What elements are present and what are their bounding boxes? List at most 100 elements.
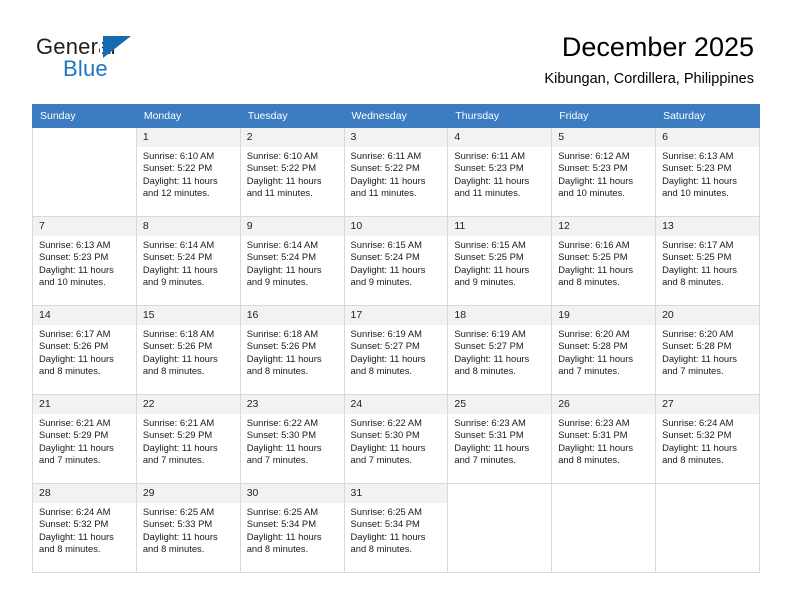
calendar-header-row: Sunday Monday Tuesday Wednesday Thursday Frid… [32,104,760,128]
daylight-text: Daylight: 11 hours and 7 minutes. [246,441,322,466]
calendar-week-row: 7 Sunrise: 6:13 AM Sunset: 5:23 PM Daylight… [32,216,760,306]
day-details: Sunrise: 6:14 AM Sunset: 5:24 PM Daylight:… [241,236,344,289]
calendar-day-cell[interactable]: 12 Sunrise: 6:16 AM Sunset: 5:25 PM Dayligh… [551,216,657,306]
calendar-day-cell[interactable]: 15 Sunrise: 6:18 AM Sunset: 5:26 PM Dayligh… [135,305,241,395]
calendar-day-cell[interactable]: 28 Sunrise: 6:24 AM Sunset: 5:32 PM Dayligh… [32,483,137,573]
calendar-day-cell[interactable]: 30 Sunrise: 6:25 AM Sunset: 5:34 PM Dayligh… [239,483,345,573]
calendar-day-cell[interactable]: 31 Sunrise: 6:25 AM Sunset: 5:34 PM Dayligh… [343,483,449,573]
day-number: 20 [656,306,759,325]
calendar-day-cell[interactable]: 7 Sunrise: 6:13 AM Sunset: 5:23 PM Daylight… [32,216,137,306]
day-number: 31 [344,484,448,503]
daylight-text: Daylight: 11 hours and 12 minutes. [142,174,218,199]
sunset-text: Sunset: 5:30 PM [350,429,420,441]
sunset-text: Sunset: 5:28 PM [558,340,628,352]
calendar-day-cell[interactable]: 16 Sunrise: 6:18 AM Sunset: 5:26 PM Dayligh… [239,305,345,395]
calendar-day-cell[interactable]: 29 Sunrise: 6:25 AM Sunset: 5:33 PM Dayligh… [135,483,241,573]
sunrise-text: Sunrise: 6:25 AM [246,506,319,517]
calendar-day-cell[interactable]: 11 Sunrise: 6:15 AM Sunset: 5:25 PM Dayligh… [447,216,553,306]
calendar-day-cell[interactable]: 2 Sunrise: 6:10 AM Sunset: 5:22 PM Daylight… [239,127,345,217]
calendar-day-cell[interactable]: 27 Sunrise: 6:24 AM Sunset: 5:32 PM Dayligh… [655,394,760,484]
sunrise-text: Sunrise: 6:23 AM [558,417,630,428]
weekday-headers: Sunday Monday Tuesday Wednesday Thursday Frid… [32,104,760,128]
title-block: December 2025 Kibungan, Cordillera, Phil… [544,30,754,88]
weekday-header-thursday: Thursday [447,104,553,128]
sunset-text: Sunset: 5:24 PM [350,251,420,263]
calendar-day-cell[interactable]: 22 Sunrise: 6:21 AM Sunset: 5:29 PM Dayligh… [135,394,241,484]
day-number: 30 [240,484,344,503]
sunset-text: Sunset: 5:33 PM [142,518,213,530]
calendar-day-cell[interactable]: 25 Sunrise: 6:23 AM Sunset: 5:31 PM Dayligh… [447,394,553,484]
calendar-day-cell[interactable]: 23 Sunrise: 6:22 AM Sunset: 5:30 PM Dayligh… [239,394,345,484]
daylight-text: Daylight: 11 hours and 9 minutes. [454,263,530,288]
day-details: Sunrise: 6:23 AM Sunset: 5:31 PM Daylight:… [448,414,551,467]
calendar-day-cell-empty [32,127,137,217]
calendar-page: General Blue December 2025 Kibungan, Cor… [0,0,792,612]
sunset-text: Sunset: 5:34 PM [350,518,420,530]
day-details: Sunrise: 6:24 AM Sunset: 5:32 PM Daylight:… [656,414,759,467]
calendar-day-cell[interactable]: 4 Sunrise: 6:11 AM Sunset: 5:23 PM Daylight… [447,127,553,217]
page-header: General Blue December 2025 Kibungan, Cor… [0,0,792,104]
sunrise-text: Sunrise: 6:13 AM [662,150,734,161]
calendar-day-cell[interactable]: 18 Sunrise: 6:19 AM Sunset: 5:27 PM Dayligh… [447,305,553,395]
calendar-day-cell[interactable]: 17 Sunrise: 6:19 AM Sunset: 5:27 PM Dayligh… [343,305,449,395]
sunset-text: Sunset: 5:24 PM [246,251,316,263]
day-details: Sunrise: 6:19 AM Sunset: 5:27 PM Daylight:… [345,325,448,378]
calendar-day-cell[interactable]: 3 Sunrise: 6:11 AM Sunset: 5:22 PM Daylight… [343,127,449,217]
calendar-day-cell[interactable]: 14 Sunrise: 6:17 AM Sunset: 5:26 PM Dayligh… [32,305,137,395]
calendar-day-cell[interactable]: 21 Sunrise: 6:21 AM Sunset: 5:29 PM Dayligh… [32,394,137,484]
daylight-text: Daylight: 11 hours and 8 minutes. [142,352,218,377]
generalblue-logo[interactable]: General Blue [36,34,226,88]
calendar-week-row: 21 Sunrise: 6:21 AM Sunset: 5:29 PM Dayligh… [32,394,760,484]
daylight-text: Daylight: 11 hours and 8 minutes. [558,441,634,466]
sunrise-text: Sunrise: 6:20 AM [662,328,734,339]
calendar-day-cell[interactable]: 24 Sunrise: 6:22 AM Sunset: 5:30 PM Dayligh… [343,394,449,484]
day-details: Sunrise: 6:24 AM Sunset: 5:32 PM Daylight:… [33,503,136,556]
day-number: 17 [344,306,448,325]
sunset-text: Sunset: 5:22 PM [246,162,316,174]
daylight-text: Daylight: 11 hours and 8 minutes. [350,530,426,555]
calendar-day-cell[interactable]: 19 Sunrise: 6:20 AM Sunset: 5:28 PM Dayligh… [551,305,657,395]
daylight-text: Daylight: 11 hours and 11 minutes. [350,174,426,199]
day-details: Sunrise: 6:14 AM Sunset: 5:24 PM Daylight:… [137,236,240,289]
day-details: Sunrise: 6:12 AM Sunset: 5:23 PM Daylight:… [552,147,655,200]
daylight-text: Daylight: 11 hours and 7 minutes. [142,441,218,466]
day-details: Sunrise: 6:13 AM Sunset: 5:23 PM Daylight:… [656,147,759,200]
daylight-text: Daylight: 11 hours and 7 minutes. [662,352,737,377]
sunset-text: Sunset: 5:29 PM [39,429,109,441]
sunset-text: Sunset: 5:25 PM [454,251,524,263]
daylight-text: Daylight: 11 hours and 8 minutes. [662,441,737,466]
calendar-day-cell[interactable]: 9 Sunrise: 6:14 AM Sunset: 5:24 PM Daylight… [239,216,345,306]
day-details: Sunrise: 6:21 AM Sunset: 5:29 PM Daylight:… [137,414,240,467]
sunset-text: Sunset: 5:26 PM [142,340,213,352]
calendar-day-cell[interactable]: 8 Sunrise: 6:14 AM Sunset: 5:24 PM Daylight… [135,216,241,306]
day-number: 16 [240,306,344,325]
day-number: 19 [552,306,656,325]
daylight-text: Daylight: 11 hours and 8 minutes. [454,352,530,377]
calendar-day-cell[interactable]: 1 Sunrise: 6:10 AM Sunset: 5:22 PM Daylight… [135,127,241,217]
day-details: Sunrise: 6:15 AM Sunset: 5:25 PM Daylight:… [448,236,551,289]
day-details: Sunrise: 6:25 AM Sunset: 5:34 PM Daylight:… [241,503,344,556]
sunset-text: Sunset: 5:34 PM [246,518,316,530]
day-number: 4 [448,128,552,147]
calendar-day-cell[interactable]: 26 Sunrise: 6:23 AM Sunset: 5:31 PM Dayligh… [551,394,657,484]
sunrise-text: Sunrise: 6:15 AM [454,239,526,250]
sunset-text: Sunset: 5:32 PM [39,518,109,530]
sunset-text: Sunset: 5:22 PM [350,162,420,174]
calendar-day-cell[interactable]: 13 Sunrise: 6:17 AM Sunset: 5:25 PM Dayligh… [655,216,760,306]
calendar-body: 1 Sunrise: 6:10 AM Sunset: 5:22 PM Daylight… [32,127,760,573]
day-number: 14 [33,306,136,325]
calendar-day-cell[interactable]: 6 Sunrise: 6:13 AM Sunset: 5:23 PM Daylight… [655,127,760,217]
daylight-text: Daylight: 11 hours and 8 minutes. [350,352,426,377]
sunset-text: Sunset: 5:31 PM [454,429,524,441]
calendar-day-cell[interactable]: 10 Sunrise: 6:15 AM Sunset: 5:24 PM Dayligh… [343,216,449,306]
sunset-text: Sunset: 5:27 PM [350,340,420,352]
calendar-day-cell[interactable]: 20 Sunrise: 6:20 AM Sunset: 5:28 PM Dayligh… [655,305,760,395]
sunset-text: Sunset: 5:23 PM [662,162,732,174]
sunrise-text: Sunrise: 6:17 AM [662,239,734,250]
calendar-day-cell[interactable]: 5 Sunrise: 6:12 AM Sunset: 5:23 PM Daylight… [551,127,657,217]
day-number: 24 [344,395,448,414]
sunset-text: Sunset: 5:29 PM [142,429,213,441]
day-number: 10 [344,217,448,236]
sunset-text: Sunset: 5:23 PM [454,162,524,174]
weekday-header-tuesday: Tuesday [239,104,345,128]
